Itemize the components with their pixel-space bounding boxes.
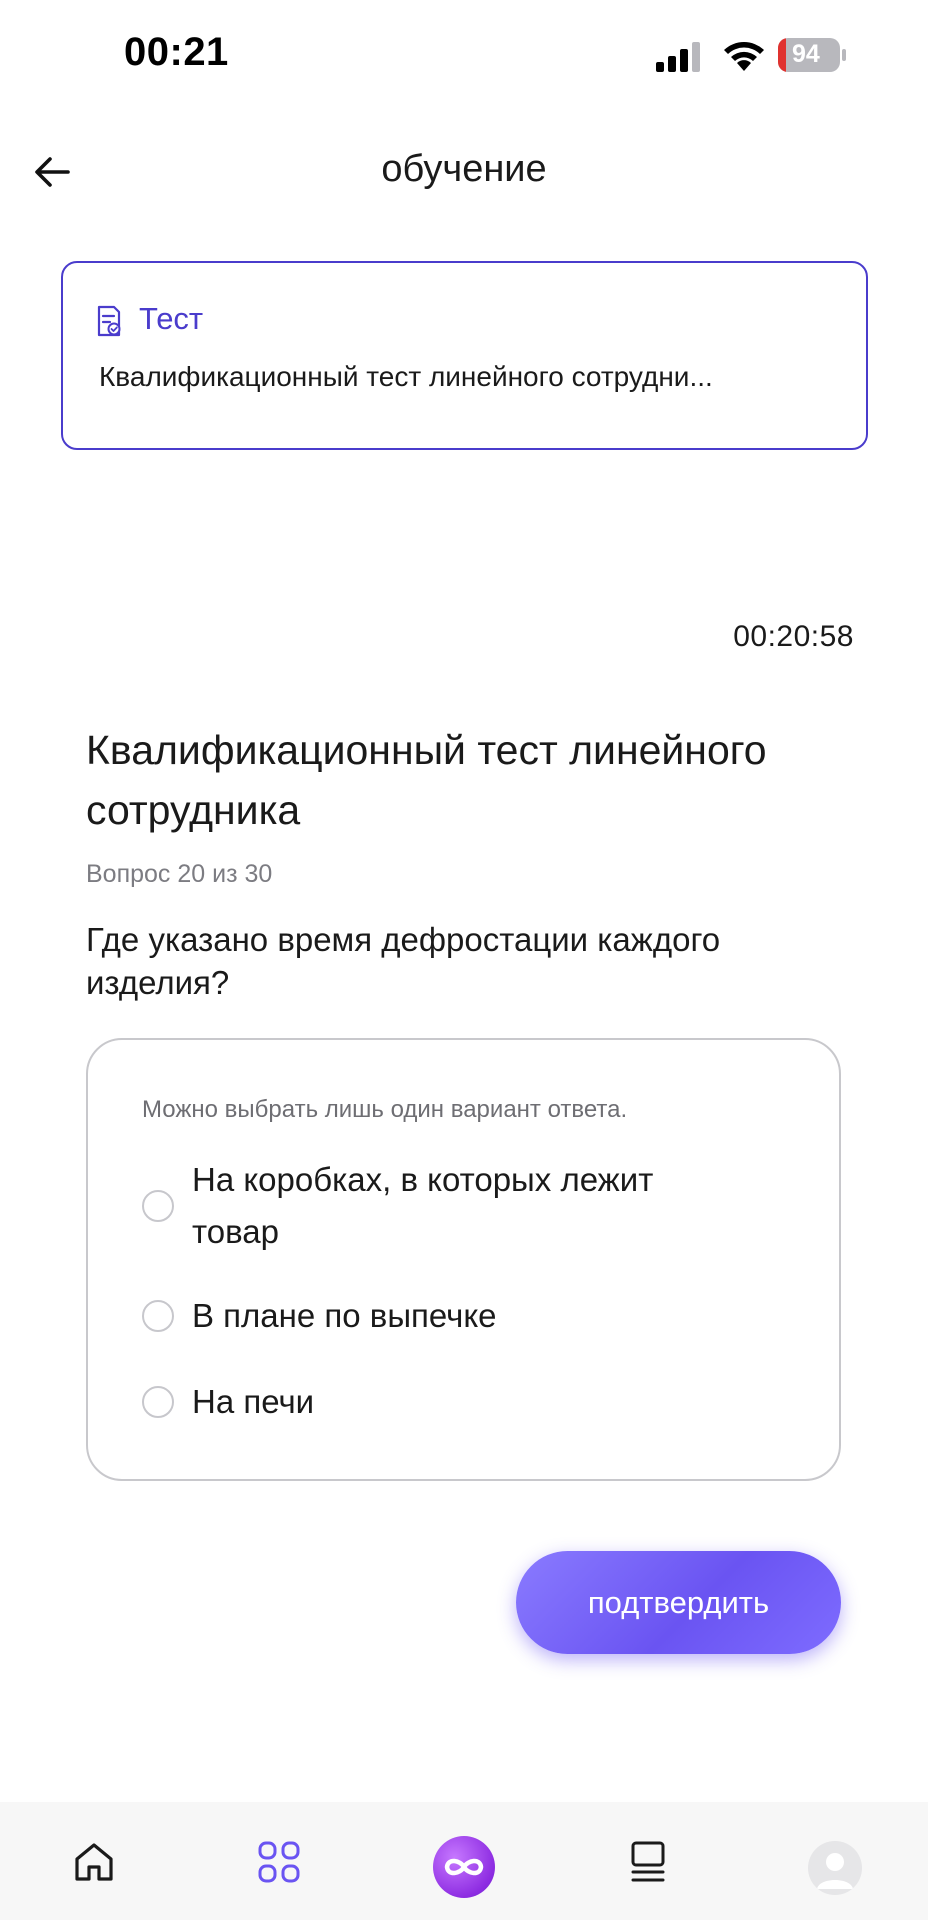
status-bar: 00:21 94 bbox=[0, 0, 928, 110]
document-check-icon bbox=[97, 305, 121, 337]
battery-level: 94 bbox=[792, 40, 820, 68]
nav-home[interactable] bbox=[64, 1832, 124, 1892]
answer-option-label: В плане по выпечке bbox=[192, 1297, 497, 1334]
infinity-logo-icon bbox=[444, 1858, 484, 1876]
home-icon bbox=[75, 1843, 113, 1881]
test-card-title: Квалификационный тест линейного сотрудни… bbox=[99, 361, 713, 392]
profile-avatar[interactable] bbox=[808, 1841, 862, 1895]
question-text: Где указано время дефростации каждого из… bbox=[86, 921, 721, 1001]
answer-option[interactable]: В плане по выпечке bbox=[142, 1290, 732, 1342]
page-title: обучение bbox=[381, 148, 547, 190]
answers-box: Можно выбрать лишь один вариант ответа. … bbox=[86, 1038, 841, 1481]
status-time: 00:21 bbox=[124, 30, 229, 74]
test-tag-label: Тест bbox=[139, 301, 204, 336]
radio-button[interactable] bbox=[142, 1386, 174, 1418]
quiz-title: Квалификационный тест линейного сотрудни… bbox=[86, 727, 767, 833]
nav-courses[interactable] bbox=[618, 1832, 678, 1892]
grid-icon bbox=[258, 1841, 300, 1883]
bottom-nav bbox=[0, 1802, 928, 1920]
answer-option[interactable]: На печи bbox=[142, 1376, 732, 1428]
nav-center-logo[interactable] bbox=[433, 1836, 495, 1898]
cellular-signal-icon bbox=[656, 42, 700, 72]
answer-option[interactable]: На коробках, в которых лежит товар bbox=[142, 1154, 732, 1258]
answer-option-label: На коробках, в которых лежит товар bbox=[192, 1161, 654, 1250]
test-card[interactable]: Тест Квалификационный тест линейного сот… bbox=[61, 261, 868, 450]
radio-button[interactable] bbox=[142, 1300, 174, 1332]
battery-icon: 94 bbox=[778, 38, 846, 72]
countdown-timer: 00:20:58 bbox=[733, 620, 854, 653]
wifi-icon bbox=[724, 42, 764, 71]
answer-option-label: На печи bbox=[192, 1383, 315, 1420]
stack-icon bbox=[631, 1841, 665, 1882]
answers-hint: Можно выбрать лишь один вариант ответа. bbox=[142, 1096, 628, 1123]
user-icon bbox=[817, 1853, 853, 1889]
confirm-button[interactable]: подтвердить bbox=[516, 1551, 841, 1654]
question-counter: Вопрос 20 из 30 bbox=[86, 860, 273, 888]
radio-button[interactable] bbox=[142, 1190, 174, 1222]
nav-catalog[interactable] bbox=[249, 1832, 309, 1892]
